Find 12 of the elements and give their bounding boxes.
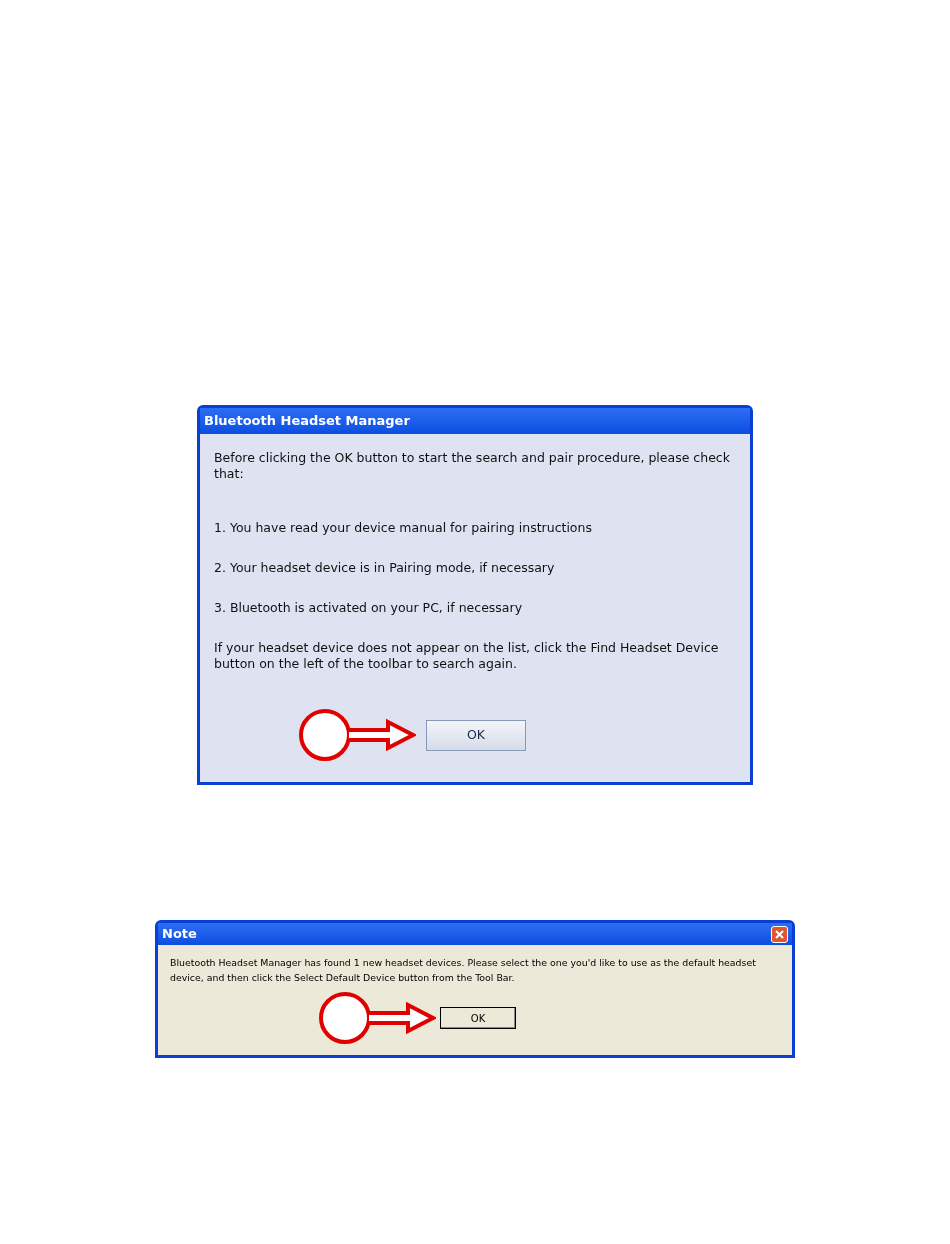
ok-button[interactable]: OK	[440, 1007, 516, 1029]
close-icon	[775, 929, 784, 939]
message-text: 3. Bluetooth is activated on your PC, if necessary	[214, 600, 524, 616]
message-text: Bluetooth Headset Manager has found 1 new headset devices. Please select the one you'd like to use as the default headset device, and then click the Select Default Device button from the Tool Bar.	[170, 956, 757, 985]
message-text: 2. Your headset device is in Pairing mode, if necessary	[214, 560, 556, 576]
message-text: 1. You have read your device manual for pairing instructions	[214, 520, 593, 536]
message-text: Before clicking the OK button to start the search and pair procedure, please check that:	[214, 450, 731, 482]
window-title: Note	[162, 925, 197, 944]
message-text: If your headset device does not appear on the list, click the Find Headset Device button on the left of the toolbar to search again.	[214, 640, 720, 672]
ok-button[interactable]: OK	[426, 719, 526, 751]
close-button[interactable]	[771, 925, 788, 943]
window-title: Bluetooth Headset Manager	[204, 412, 410, 431]
